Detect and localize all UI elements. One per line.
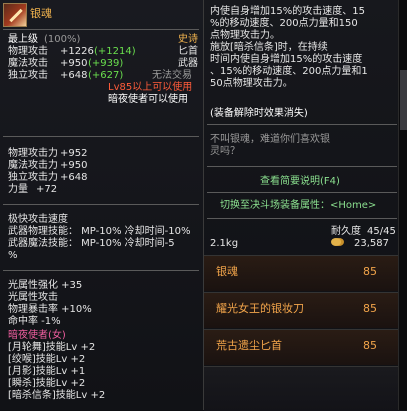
class-skill-item: [月轮舞]技能Lv +2 <box>8 342 96 353</box>
max-level-label: 最上级 <box>8 34 38 45</box>
stat-physical-bonus: (+1214) <box>94 46 136 57</box>
desc-line: 50点物理攻击力。 <box>210 78 293 89</box>
attack-physical-value: +952 <box>60 148 88 159</box>
view-brief-button[interactable]: 查看简要说明(F4) <box>260 176 340 187</box>
set-item-name: 荒古遗尘匕首 <box>216 339 282 352</box>
flavor-text: 灵吗？ <box>210 146 240 157</box>
desc-line: 、15%的移动速度、200点力量和1 <box>210 66 368 77</box>
rarity-label: 史诗 <box>178 34 198 45</box>
strength-value: +72 <box>36 184 58 195</box>
set-item-slot[interactable]: 荒古遗尘匕首 85 <box>204 329 407 365</box>
level-requirement: Lv85以上可以使用 <box>108 82 193 93</box>
stat-physical-label: 物理攻击 <box>8 46 48 57</box>
light-attack: 光属性攻击 <box>8 292 58 303</box>
gold-coin-icon <box>331 238 341 246</box>
flavor-text: 不叫银魂，难道你们喜欢银 <box>210 134 330 145</box>
attack-magic-label: 魔法攻击力 <box>8 160 58 171</box>
crit-rate: 物理暴击率 +10% <box>8 304 92 315</box>
stat-independent-value: +648 <box>60 70 88 81</box>
strength-label: 力量 <box>8 184 28 195</box>
stat-independent-label: 独立攻击 <box>8 70 48 81</box>
divider <box>3 29 199 30</box>
class-skill-item: [绞喉]技能Lv +2 <box>8 354 86 365</box>
desc-line: 点物理攻击力。 <box>210 30 280 41</box>
set-item-slot[interactable]: 银魂 85 <box>204 255 407 291</box>
scrollbar-thumb[interactable] <box>400 70 407 130</box>
magic-skill-line-cont: % <box>8 250 18 261</box>
scrollbar[interactable] <box>398 0 407 410</box>
item-icon <box>3 3 27 27</box>
attack-magic-value: +950 <box>60 160 88 171</box>
attack-independent-label: 独立攻击力 <box>8 172 58 183</box>
class-skills-title: 暗夜使者(女) <box>8 330 66 341</box>
divider <box>3 270 199 271</box>
attack-physical-label: 物理攻击力 <box>8 148 58 159</box>
trade-status: 无法交易 <box>152 70 192 81</box>
durability-value: 45/45 <box>367 226 396 237</box>
desc-line: %的移动速度、200点力量和150 <box>210 18 358 29</box>
class-requirement: 暗夜使者可以使用 <box>108 94 188 105</box>
stat-magic-bonus: (+939) <box>88 58 124 69</box>
durability-label: 耐久度 <box>331 226 361 237</box>
divider <box>207 124 397 125</box>
item-type: 匕首 <box>178 46 198 57</box>
set-item-slot <box>204 366 407 411</box>
switch-duel-button[interactable]: 切换至决斗场装备属性：<Home> <box>220 200 376 211</box>
magic-skill-line: 武器魔法技能： MP-10% 冷却时间-5 <box>8 238 175 249</box>
desc-line: 时间内使自身增加15%的攻击速度 <box>210 54 363 65</box>
blade-icon <box>9 8 23 23</box>
set-item-level: 85 <box>363 265 377 278</box>
attack-independent-value: +648 <box>60 172 88 183</box>
effect-remove-note: (装备解除时效果消失) <box>210 108 308 119</box>
set-item-level: 85 <box>363 302 377 315</box>
item-name: 银魂 <box>30 7 52 20</box>
class-skill-item: [月影]技能Lv +1 <box>8 366 86 377</box>
divider <box>207 166 397 167</box>
stat-magic-label: 魔法攻击 <box>8 58 48 69</box>
set-item-level: 85 <box>363 339 377 352</box>
price: 23,587 <box>354 238 389 249</box>
desc-line: 内使自身增加15%的攻击速度、15 <box>210 6 365 17</box>
set-item-name: 银魂 <box>216 265 238 278</box>
physical-skill-line: 武器物理技能： MP-10% 冷却时间-10% <box>8 226 191 237</box>
max-level-pct: (100%) <box>44 34 81 45</box>
item-category: 武器 <box>178 58 198 69</box>
desc-line: 施放[暗杀信条]时，在持续 <box>210 42 328 53</box>
set-item-slot[interactable]: 耀光女王的银妆刀 85 <box>204 292 407 328</box>
divider <box>3 136 199 137</box>
class-skill-item: [暗杀信条]技能Lv +2 <box>8 390 106 401</box>
weight: 2.1kg <box>210 238 239 249</box>
stat-independent-bonus: (+627) <box>88 70 124 81</box>
hit-rate: 命中率 -1% <box>8 316 61 327</box>
class-skill-item: [瞬杀]技能Lv +2 <box>8 378 86 389</box>
light-enhance: 光属性强化 +35 <box>8 280 83 291</box>
attack-speed-title: 极快攻击速度 <box>8 214 68 225</box>
set-item-name: 耀光女王的银妆刀 <box>216 302 304 315</box>
stat-magic-value: +950 <box>60 58 88 69</box>
divider <box>207 192 397 193</box>
item-tooltip-left: 银魂 最上级 (100%) 史诗 物理攻击 +1226 (+1214) 匕首 魔… <box>0 0 204 410</box>
divider <box>3 204 199 205</box>
divider <box>207 218 397 219</box>
stat-physical-value: +1226 <box>60 46 94 57</box>
